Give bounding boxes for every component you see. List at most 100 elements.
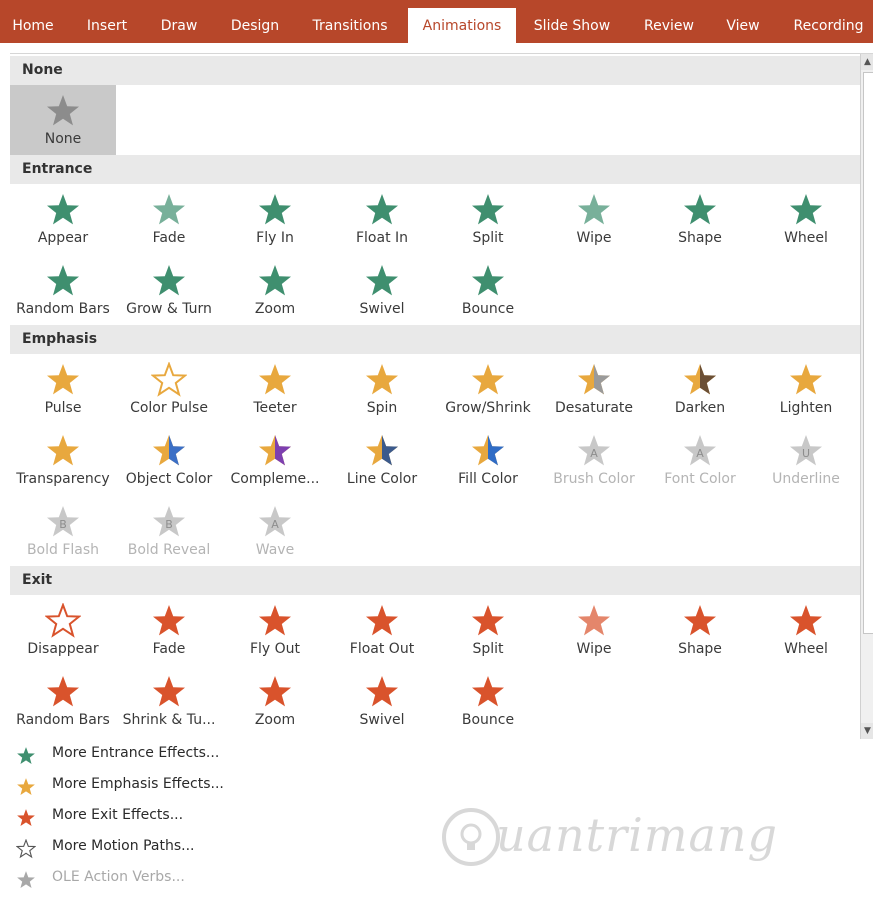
entrance-fade-icon bbox=[153, 194, 185, 225]
effect-pulse[interactable]: Pulse bbox=[10, 354, 116, 424]
effect-label: Split bbox=[472, 641, 504, 657]
tab-review[interactable]: Review bbox=[632, 0, 706, 43]
effect-label: Split bbox=[472, 230, 504, 246]
effect-label: Color Pulse bbox=[130, 400, 208, 416]
effect-fade[interactable]: Fade bbox=[116, 184, 222, 254]
effect-appear[interactable]: Appear bbox=[10, 184, 116, 254]
tab-view[interactable]: View bbox=[714, 0, 772, 43]
effect-lighten[interactable]: Lighten bbox=[753, 354, 859, 424]
entrance-zoom-icon bbox=[259, 265, 291, 296]
effect-split[interactable]: Split bbox=[435, 184, 541, 254]
emphasis-fill-color-icon bbox=[472, 435, 504, 466]
effect-fade[interactable]: Fade bbox=[116, 595, 222, 665]
menu-more-motion-paths[interactable]: More Motion Paths... bbox=[12, 835, 342, 861]
effect-swivel[interactable]: Swivel bbox=[329, 255, 435, 325]
effect-label: Zoom bbox=[254, 301, 296, 317]
entrance-float-in-icon bbox=[366, 194, 398, 225]
effect-zoom[interactable]: Zoom bbox=[222, 255, 328, 325]
effect-label: Teeter bbox=[253, 400, 297, 416]
animation-gallery: ▲ ▼ None None Entrance Appear Fade Fly In Floa… bbox=[10, 53, 873, 739]
effect-label: Float Out bbox=[349, 641, 415, 657]
emphasis-transparency-icon bbox=[47, 435, 79, 466]
effect-shape[interactable]: Shape bbox=[647, 184, 753, 254]
exit-wheel-icon bbox=[790, 605, 822, 636]
effect-label: Transparency bbox=[16, 471, 110, 487]
effect-compleme[interactable]: Compleme... bbox=[222, 425, 328, 495]
emphasis-pulse-icon bbox=[47, 364, 79, 395]
effect-brush-color: A Brush Color bbox=[541, 425, 647, 495]
exit-zoom-icon bbox=[259, 676, 291, 707]
effect-grow-turn[interactable]: Grow & Turn bbox=[116, 255, 222, 325]
effect-color-pulse[interactable]: Color Pulse bbox=[116, 354, 222, 424]
tab-animations[interactable]: Animations bbox=[408, 8, 516, 43]
effect-zoom[interactable]: Zoom bbox=[222, 666, 328, 736]
effect-fill-color[interactable]: Fill Color bbox=[435, 425, 541, 495]
scrollbar-thumb[interactable] bbox=[863, 72, 873, 634]
effect-fly-in[interactable]: Fly In bbox=[222, 184, 328, 254]
effect-shrink-tu[interactable]: Shrink & Tu... bbox=[116, 666, 222, 736]
svg-text:B: B bbox=[59, 518, 67, 531]
effect-spin[interactable]: Spin bbox=[329, 354, 435, 424]
effect-wheel[interactable]: Wheel bbox=[753, 595, 859, 665]
effect-label: Font Color bbox=[664, 471, 736, 487]
menu-more-exit-effects[interactable]: More Exit Effects... bbox=[12, 804, 342, 830]
emphasis-spin-icon bbox=[366, 364, 398, 395]
effect-float-in[interactable]: Float In bbox=[329, 184, 435, 254]
effect-desaturate[interactable]: Desaturate bbox=[541, 354, 647, 424]
effect-font-color: A Font Color bbox=[647, 425, 753, 495]
effect-random-bars[interactable]: Random Bars bbox=[10, 666, 116, 736]
watermark-text: uantrimang bbox=[496, 808, 778, 862]
effect-bounce[interactable]: Bounce bbox=[435, 666, 541, 736]
effect-split[interactable]: Split bbox=[435, 595, 541, 665]
entrance-split-icon bbox=[472, 194, 504, 225]
effect-wave: A Wave bbox=[222, 496, 328, 566]
gallery-scrollbar[interactable]: ▲ ▼ bbox=[860, 54, 873, 739]
effect-label: Object Color bbox=[125, 471, 213, 487]
effect-transparency[interactable]: Transparency bbox=[10, 425, 116, 495]
entrance-bounce-icon bbox=[472, 265, 504, 296]
effect-shape[interactable]: Shape bbox=[647, 595, 753, 665]
exit-wipe-icon bbox=[578, 605, 610, 636]
tab-draw[interactable]: Draw bbox=[148, 0, 210, 43]
effect-label: Compleme... bbox=[230, 471, 320, 487]
emphasis-line-color-icon bbox=[366, 435, 398, 466]
effect-line-color[interactable]: Line Color bbox=[329, 425, 435, 495]
effect-teeter[interactable]: Teeter bbox=[222, 354, 328, 424]
effect-bounce[interactable]: Bounce bbox=[435, 255, 541, 325]
effect-wipe[interactable]: Wipe bbox=[541, 184, 647, 254]
effect-darken[interactable]: Darken bbox=[647, 354, 753, 424]
tab-recording[interactable]: Recording bbox=[784, 0, 873, 43]
effect-disappear[interactable]: Disappear bbox=[10, 595, 116, 665]
effect-random-bars[interactable]: Random Bars bbox=[10, 255, 116, 325]
tab-slide-show[interactable]: Slide Show bbox=[522, 0, 622, 43]
effect-wheel[interactable]: Wheel bbox=[753, 184, 859, 254]
entrance-fly-in-icon bbox=[259, 194, 291, 225]
effect-label: Fade bbox=[152, 641, 186, 657]
svg-text:A: A bbox=[590, 447, 598, 460]
menu-more-emphasis-effects[interactable]: More Emphasis Effects... bbox=[12, 773, 342, 799]
scroll-down-icon[interactable]: ▼ bbox=[861, 723, 873, 739]
effect-label: Swivel bbox=[359, 301, 405, 317]
effect-swivel[interactable]: Swivel bbox=[329, 666, 435, 736]
effect-float-out[interactable]: Float Out bbox=[329, 595, 435, 665]
effect-label: Fly Out bbox=[249, 641, 301, 657]
effect-wipe[interactable]: Wipe bbox=[541, 595, 647, 665]
menu-more-entrance-effects[interactable]: More Entrance Effects... bbox=[12, 742, 342, 768]
effect-none[interactable]: None bbox=[10, 85, 116, 155]
effect-label: Wheel bbox=[784, 641, 828, 657]
tab-home[interactable]: Home bbox=[0, 0, 66, 43]
exit-disappear-icon bbox=[45, 603, 81, 638]
effect-fly-out[interactable]: Fly Out bbox=[222, 595, 328, 665]
tab-design[interactable]: Design bbox=[220, 0, 290, 43]
red-star-icon bbox=[17, 809, 35, 826]
quantrimang-logo-icon bbox=[442, 808, 500, 866]
effect-object-color[interactable]: Object Color bbox=[116, 425, 222, 495]
scroll-up-icon[interactable]: ▲ bbox=[861, 54, 873, 70]
tab-transitions[interactable]: Transitions bbox=[300, 0, 400, 43]
effect-grow-shrink[interactable]: Grow/Shrink bbox=[435, 354, 541, 424]
tab-insert[interactable]: Insert bbox=[74, 0, 140, 43]
menu-item-label: OLE Action Verbs... bbox=[52, 869, 185, 885]
effect-label: Wave bbox=[255, 542, 295, 558]
green-star-icon bbox=[17, 747, 35, 764]
effect-label: Line Color bbox=[346, 471, 418, 487]
